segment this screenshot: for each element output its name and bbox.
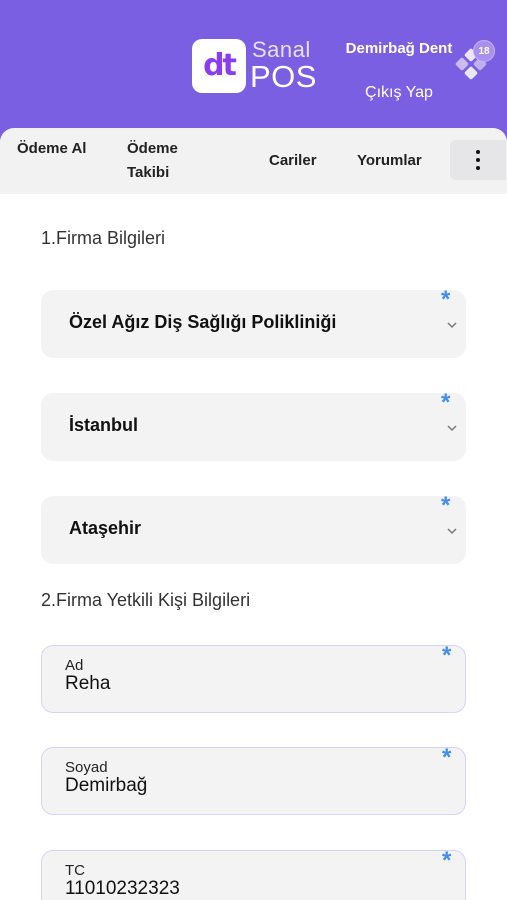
last-name-label: Soyad: [65, 759, 108, 776]
more-menu-button[interactable]: [450, 140, 506, 180]
section-title-contact: 2.Firma Yetkili Kişi Bilgileri: [41, 590, 251, 610]
user-name: Demirbağ Dent: [345, 40, 453, 57]
tc-field[interactable]: TC 11010232323 *: [41, 847, 466, 900]
nav-item-odeme-al[interactable]: Ödeme Al: [17, 137, 107, 161]
city-select[interactable]: İstanbul *: [41, 389, 466, 461]
required-marker: *: [442, 744, 452, 771]
logout-link[interactable]: Çıkış Yap: [340, 82, 458, 104]
last-name-field[interactable]: Soyad Demirbağ *: [41, 744, 466, 815]
city-select-value: İstanbul: [69, 415, 139, 435]
required-marker: *: [441, 492, 451, 519]
app-logo[interactable]: dt: [192, 39, 246, 93]
company-select-value: Özel Ağız Diş Sağlığı Polikliniği: [69, 312, 337, 332]
tc-label: TC: [65, 862, 85, 879]
logo-text: dt: [203, 48, 237, 83]
chevron-down-icon: [447, 425, 457, 432]
nav-item-cariler[interactable]: Cariler: [269, 149, 317, 173]
more-vertical-icon: [476, 150, 480, 170]
chevron-down-icon: [447, 528, 457, 535]
nav-item-odeme-takibi[interactable]: Ödeme Takibi: [127, 137, 217, 185]
brand-name-line2: POS: [250, 59, 317, 94]
last-name-value[interactable]: Demirbağ: [65, 775, 147, 797]
tc-value[interactable]: 11010232323: [65, 878, 180, 900]
chevron-down-icon: [447, 322, 457, 329]
main-nav: Ödeme Al Ödeme Takibi Cariler Yorumlar: [0, 128, 507, 194]
required-marker: *: [441, 286, 451, 313]
notification-badge[interactable]: 18: [473, 40, 495, 62]
first-name-label: Ad: [65, 657, 84, 674]
required-marker: *: [441, 389, 451, 416]
app-header: dt Sanal POS Demirbağ Dent Çıkış Yap 18: [0, 0, 507, 140]
company-select[interactable]: Özel Ağız Diş Sağlığı Polikliniği *: [41, 286, 466, 358]
first-name-value[interactable]: Reha: [65, 673, 110, 695]
required-marker: *: [442, 847, 452, 874]
required-marker: *: [442, 642, 452, 669]
district-select[interactable]: Ataşehir *: [41, 492, 466, 564]
nav-item-yorumlar[interactable]: Yorumlar: [357, 149, 422, 173]
district-select-value: Ataşehir: [69, 518, 142, 538]
first-name-field[interactable]: Ad Reha *: [41, 642, 466, 713]
section-title-company: 1.Firma Bilgileri: [41, 228, 166, 248]
